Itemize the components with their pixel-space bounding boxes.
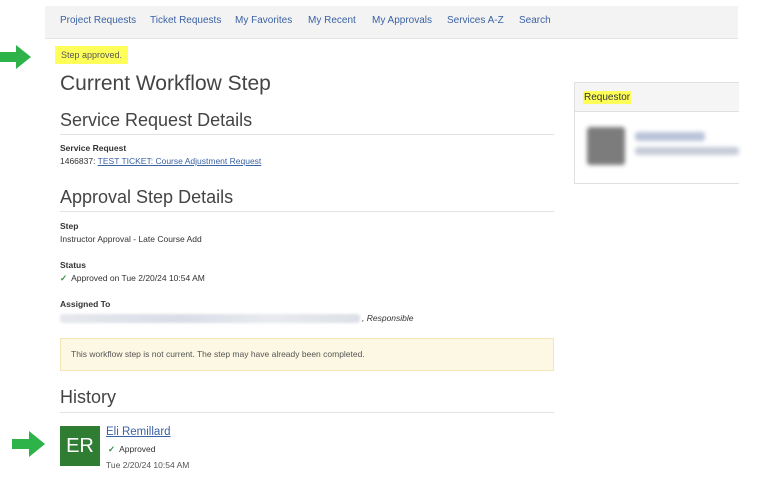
- history-status-row: ✓ Approved: [108, 444, 156, 455]
- approval-heading: Approval Step Details: [60, 187, 234, 207]
- status-value: Approved on Tue 2/20/24 10:54 AM: [71, 273, 205, 283]
- arrow-right-icon: [12, 431, 45, 457]
- status-value-row: ✓ Approved on Tue 2/20/24 10:54 AM: [60, 273, 205, 284]
- nav-my-recent[interactable]: My Recent: [308, 15, 356, 26]
- requestor-panel-header: Requestor: [575, 83, 739, 112]
- divider: [60, 412, 554, 413]
- assigned-value-row: , Responsible: [60, 313, 414, 324]
- check-icon: ✓: [108, 444, 116, 454]
- nav-services-a-z[interactable]: Services A-Z: [447, 15, 504, 26]
- nav-my-favorites[interactable]: My Favorites: [235, 15, 292, 26]
- avatar: ER: [60, 426, 100, 466]
- requestor-title: Requestor: [583, 91, 632, 104]
- redacted-requestor-email[interactable]: [635, 147, 739, 155]
- assigned-label: Assigned To: [60, 299, 111, 309]
- nav-my-approvals[interactable]: My Approvals: [372, 15, 432, 26]
- nav-ticket-requests[interactable]: Ticket Requests: [150, 15, 221, 26]
- step-label: Step: [60, 221, 79, 231]
- requestor-panel: Requestor: [574, 82, 739, 184]
- divider: [60, 211, 554, 212]
- page-title: Current Workflow Step: [60, 72, 271, 95]
- service-request-heading: Service Request Details: [60, 110, 253, 130]
- service-request-id: 1466837:: [60, 156, 96, 166]
- requestor-avatar: [587, 127, 625, 165]
- assigned-role: , Responsible: [362, 313, 414, 323]
- redacted-requestor-name[interactable]: [635, 132, 705, 141]
- redacted-assignee: [60, 314, 360, 324]
- divider: [60, 134, 554, 135]
- flash-message: Step approved.: [55, 46, 129, 64]
- step-value: Instructor Approval - Late Course Add: [60, 234, 202, 244]
- status-label: Status: [60, 260, 86, 270]
- nav-search[interactable]: Search: [519, 15, 551, 26]
- service-request-label: Service Request: [60, 143, 127, 153]
- nav-project-requests[interactable]: Project Requests: [60, 15, 136, 26]
- service-request-link[interactable]: TEST TICKET: Course Adjustment Request: [98, 156, 262, 166]
- not-current-alert: This workflow step is not current. The s…: [60, 338, 554, 371]
- top-navigation: Project Requests Ticket Requests My Favo…: [45, 6, 738, 39]
- history-user-link[interactable]: Eli Remillard: [106, 426, 171, 438]
- check-icon: ✓: [60, 273, 68, 283]
- arrow-right-icon: [0, 45, 31, 69]
- history-status: Approved: [119, 444, 156, 454]
- service-request-value: 1466837: TEST TICKET: Course Adjustment …: [60, 156, 261, 166]
- history-heading: History: [60, 387, 117, 407]
- history-timestamp: Tue 2/20/24 10:54 AM: [106, 460, 190, 470]
